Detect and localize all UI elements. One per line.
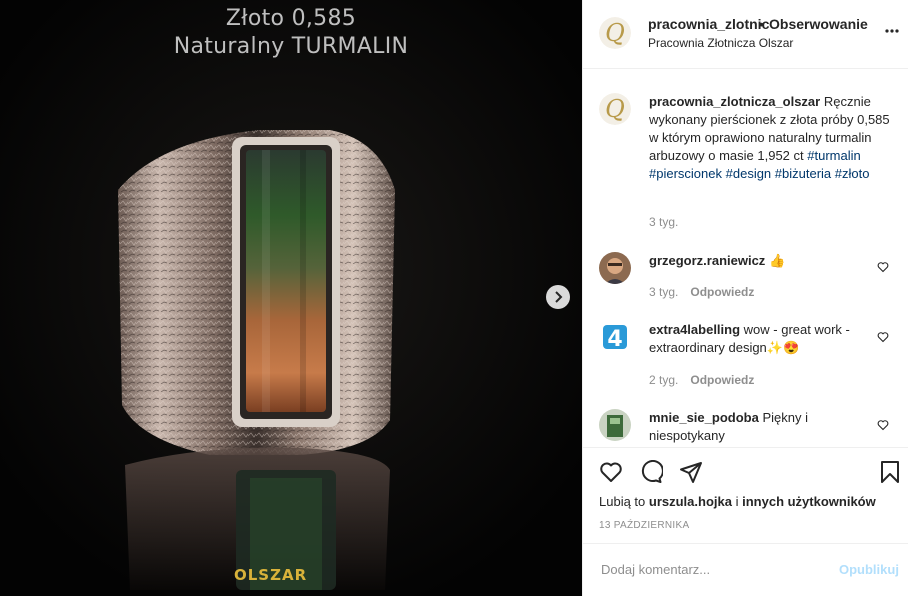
comment-text: mnie_sie_podoba Piękny i niespotykany [649,409,869,445]
comment-time[interactable]: 2 tyg. [649,373,678,387]
hashtag[interactable]: #biżuteria [775,166,831,181]
brand-logo: OLSZAR [234,566,308,584]
caption-username[interactable]: pracownia_zlotnicza_olszar [649,94,820,109]
post-date[interactable]: 13 PAŹDZIERNIKA [599,520,689,531]
post-panel: Q pracownia_zlotnic • Obserwowanie Praco… [582,0,908,596]
header-username[interactable]: pracownia_zlotnic [648,16,769,32]
avatar[interactable] [599,409,631,441]
avatar[interactable]: Q [599,93,631,125]
separator-dot: • [759,16,764,32]
likes-prefix: Lubią to [599,494,646,509]
post-image[interactable]: Złoto 0,585 Naturalny TURMALIN OLSZAR [0,0,582,596]
heart-icon[interactable] [877,331,889,343]
comment-input[interactable] [599,561,823,578]
svg-text:Q: Q [605,95,625,123]
comment-icon[interactable] [639,460,663,484]
image-title-line1: Złoto 0,585 [225,6,357,31]
comment-username[interactable]: mnie_sie_podoba [649,410,759,425]
comment-meta: 3 tyg. Odpowiedz [649,285,754,299]
avatar[interactable]: 4 [599,321,631,353]
heart-icon[interactable] [599,460,623,484]
post-actions: Lubią to urszula.hojka i innych użytkown… [583,447,908,598]
hashtag[interactable]: #złoto [835,166,870,181]
add-comment-bar: Opublikuj [583,543,908,599]
caption-time[interactable]: 3 tyg. [649,215,678,229]
share-icon[interactable] [679,460,703,484]
likes-middle: i [735,494,739,509]
avatar[interactable] [599,252,631,284]
header-location[interactable]: Pracownia Złotnicza Olszar [648,36,793,50]
caption: pracownia_zlotnicza_olszar Ręcznie wykon… [649,93,895,183]
comment-text: extra4labelling wow - great work - extra… [649,321,869,357]
comment-username[interactable]: grzegorz.raniewicz [649,253,765,268]
comment-text: grzegorz.raniewicz 👍 [649,252,869,270]
comment-username[interactable]: extra4labelling [649,322,740,337]
hashtag[interactable]: #turmalin [807,148,860,163]
more-icon[interactable] [884,23,900,39]
publish-button[interactable]: Opublikuj [839,562,899,577]
likes-summary: Lubią to urszula.hojka i innych użytkown… [599,494,876,509]
chevron-right-icon [555,291,563,303]
post-header: Q pracownia_zlotnic • Obserwowanie Praco… [583,0,908,69]
ring-photo [0,0,582,596]
hashtag[interactable]: #pierscionek [649,166,722,181]
bookmark-icon[interactable] [879,460,901,484]
avatar[interactable]: Q [599,17,631,49]
reply-button[interactable]: Odpowiedz [690,285,754,299]
likes-others-link[interactable]: innych użytkowników [742,494,876,509]
next-image-button[interactable] [546,285,570,309]
image-title-line2: Naturalny TURMALIN [173,34,409,59]
comment-time[interactable]: 3 tyg. [649,285,678,299]
hashtag[interactable]: #design [726,166,772,181]
reply-button[interactable]: Odpowiedz [690,373,754,387]
heart-icon[interactable] [877,261,889,273]
comment-body: 👍 [768,253,786,268]
comment-meta: 2 tyg. Odpowiedz [649,373,754,387]
svg-text:Q: Q [605,19,625,47]
likes-user[interactable]: urszula.hojka [649,494,732,509]
svg-text:4: 4 [607,327,622,352]
following-button[interactable]: Obserwowanie [769,16,868,32]
heart-icon[interactable] [877,419,889,431]
comments-section[interactable]: Q pracownia_zlotnicza_olszar Ręcznie wyk… [583,69,908,447]
